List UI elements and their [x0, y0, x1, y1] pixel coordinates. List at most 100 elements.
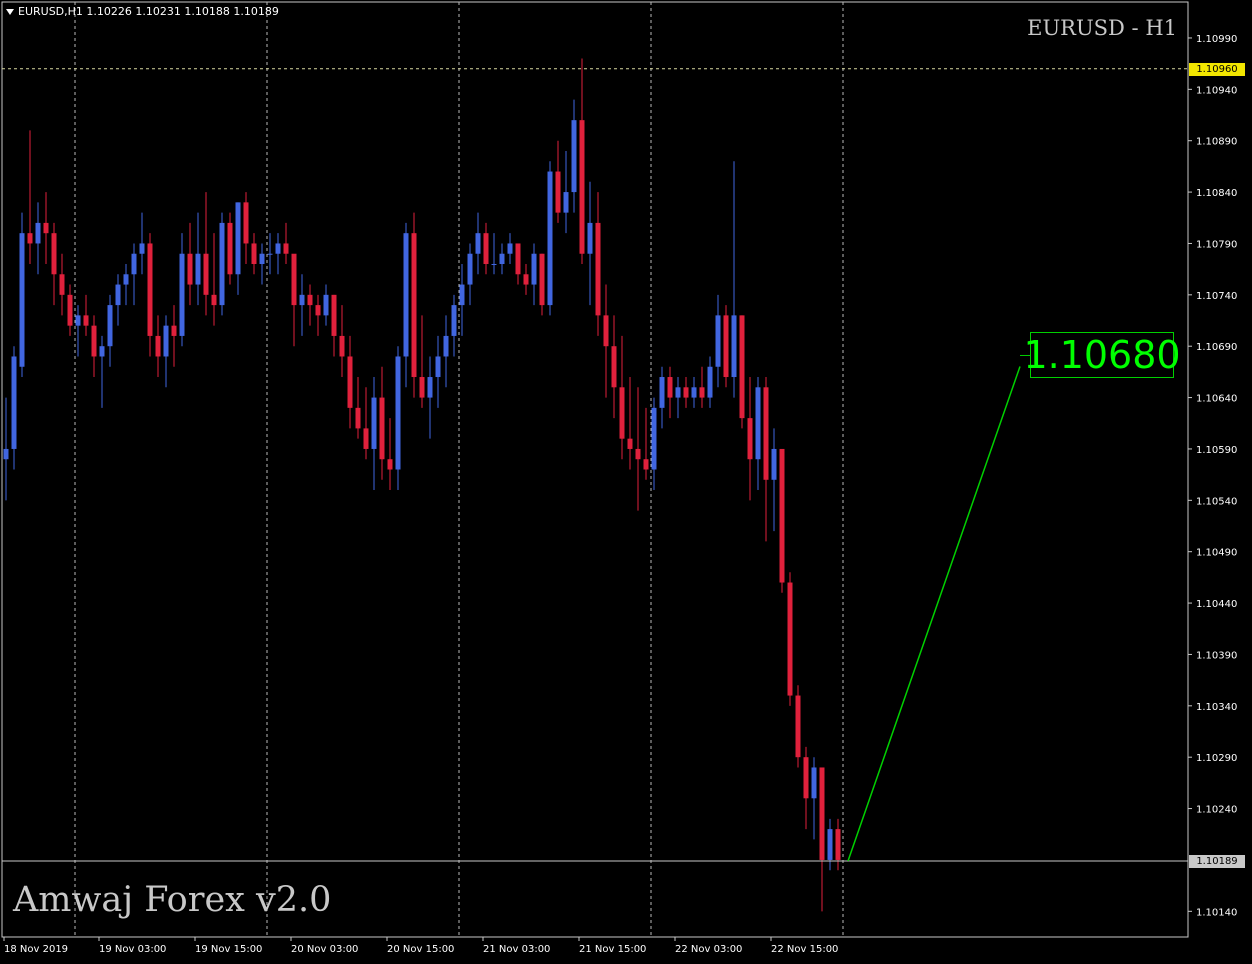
y-tick-label: 1.10790 [1196, 239, 1237, 250]
x-tick-label: 19 Nov 03:00 [99, 944, 166, 955]
y-tick-label: 1.10490 [1196, 548, 1237, 559]
y-tick-label: 1.10890 [1196, 137, 1237, 148]
candle-body [195, 253, 201, 285]
candle-body [203, 253, 209, 295]
candle-body [731, 315, 737, 378]
candle-body [571, 120, 577, 193]
candle-body [715, 315, 721, 367]
candle-body [491, 264, 497, 266]
candle-body [35, 222, 41, 244]
chart-title: EURUSD - H1 [1027, 16, 1177, 40]
candle-body [267, 253, 273, 255]
candle-body [683, 387, 689, 398]
horizontal-line-price-tag[interactable]: 1.10960 [1189, 62, 1245, 76]
candle-body [19, 233, 25, 367]
candle-body [251, 243, 257, 265]
y-tick-label: 1.10840 [1196, 188, 1237, 199]
candle-body [563, 192, 569, 213]
y-tick-label: 1.10390 [1196, 650, 1237, 661]
candle-body [11, 356, 17, 449]
bid-price-tag: 1.10189 [1189, 854, 1245, 868]
y-tick-label: 1.10690 [1196, 342, 1237, 353]
candle-body [403, 233, 409, 357]
candle-body [747, 418, 753, 460]
candle-body [555, 171, 561, 213]
y-tick-label: 1.10290 [1196, 753, 1237, 764]
candle-body [523, 274, 529, 285]
candle-body [355, 407, 361, 429]
symbol-info-text: EURUSD,H1 1.10226 1.10231 1.10188 1.1018… [18, 5, 279, 18]
candle-body [795, 695, 801, 758]
x-tick-label: 22 Nov 15:00 [771, 944, 838, 955]
candle-body [291, 253, 297, 306]
candle-body [611, 346, 617, 388]
candle-body [387, 459, 393, 470]
price-chart[interactable]: 1.10990 1.10940 1.10890 1.10840 1.10790 1.107… [0, 0, 1252, 960]
candle-body [307, 294, 313, 306]
x-tick-label: 20 Nov 03:00 [291, 944, 358, 955]
candle-body [515, 243, 521, 275]
candle-body [443, 335, 449, 357]
candle-body [819, 767, 825, 860]
x-tick-label: 19 Nov 15:00 [195, 944, 262, 955]
candle-body [667, 377, 673, 398]
candle-body [739, 315, 745, 419]
candle-body [419, 377, 425, 398]
candle-body [651, 407, 657, 470]
x-tick-label: 21 Nov 03:00 [483, 944, 550, 955]
candle-body [539, 253, 545, 306]
candle-body [643, 459, 649, 470]
candle-body [755, 387, 761, 460]
candle-body [123, 274, 129, 285]
candle-body [619, 387, 625, 439]
candle-body [411, 233, 417, 378]
candle-body [459, 284, 465, 306]
candle-body [379, 397, 385, 460]
dropdown-triangle-icon[interactable] [6, 8, 14, 15]
x-tick-label: 18 Nov 2019 [4, 944, 68, 955]
candle-body [139, 243, 145, 254]
candle-body [603, 315, 609, 347]
candle-body [331, 294, 337, 336]
y-tick-label: 1.10440 [1196, 599, 1237, 610]
indicator-label: Amwaj Forex v2.0 [13, 880, 332, 920]
candle-body [499, 253, 505, 265]
candle-body [67, 294, 73, 326]
candle-body [827, 829, 833, 860]
candle-body [155, 335, 161, 357]
candle-body [691, 387, 697, 398]
candle-body [59, 274, 65, 295]
y-tick-label: 1.10740 [1196, 291, 1237, 302]
candle-body [227, 222, 233, 275]
candle-body [811, 767, 817, 799]
candle-body [107, 305, 113, 347]
y-tick-label: 1.10340 [1196, 702, 1237, 713]
candle-body [171, 325, 177, 336]
y-tick-label: 1.10640 [1196, 394, 1237, 405]
plot-frame [1, 1, 1189, 938]
candle-body [595, 222, 601, 316]
candle-body [363, 428, 369, 449]
candle-body [187, 253, 193, 285]
candle-body [659, 377, 665, 408]
symbol-info[interactable]: EURUSD,H1 1.10226 1.10231 1.10188 1.1018… [6, 5, 279, 18]
candle-body [283, 243, 289, 254]
y-tick-label: 1.10540 [1196, 496, 1237, 507]
candle-body [507, 243, 513, 254]
candle-body [835, 829, 841, 860]
candle-body [763, 387, 769, 480]
chart-canvas[interactable]: 1.10990 1.10940 1.10890 1.10840 1.10790 1.107… [0, 0, 1252, 960]
candle-body [587, 222, 593, 254]
candle-body [531, 253, 537, 285]
y-tick-label: 1.10990 [1196, 34, 1237, 45]
candle-body [211, 294, 217, 306]
candle-body [75, 315, 81, 326]
candle-body [235, 202, 241, 275]
candle-body [43, 222, 49, 234]
candle-body [323, 294, 329, 316]
candle-body [275, 243, 281, 254]
candle-body [467, 253, 473, 285]
candle-body [451, 305, 457, 336]
candle-body [347, 356, 353, 408]
candle-body [259, 253, 265, 265]
